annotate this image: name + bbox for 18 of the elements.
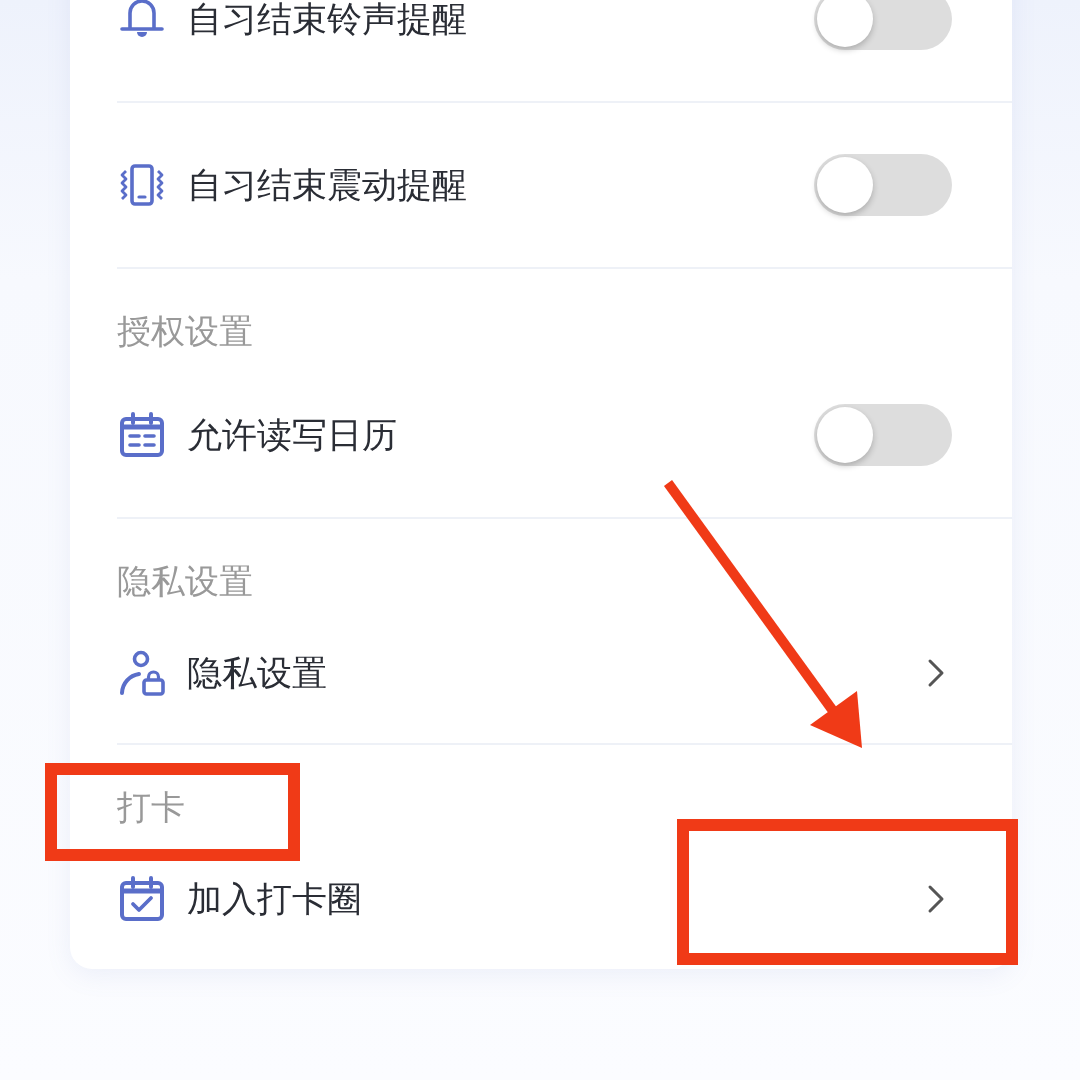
toggle-switch[interactable] [814,404,952,466]
settings-row[interactable]: 隐私设置 [117,603,1012,743]
row-label: 隐私设置 [187,651,328,695]
section-title: 隐私设置 [117,560,253,603]
section-title: 打卡 [117,786,185,829]
chevron-right-icon [926,883,946,915]
toggle-switch[interactable] [814,0,952,50]
toggle-switch[interactable] [814,154,952,216]
row-label: 允许读写日历 [187,413,398,457]
chevron-right-icon [926,657,946,689]
row-label: 自习结束震动提醒 [187,163,468,207]
calendar-check-icon [117,874,167,924]
row-label: 加入打卡圈 [187,877,363,921]
section-title: 授权设置 [117,310,253,353]
calendar-icon [117,410,167,460]
person-lock-icon [117,648,167,698]
row-label: 自习结束铃声提醒 [187,0,468,41]
settings-row[interactable]: 加入打卡圈 [117,829,1012,969]
